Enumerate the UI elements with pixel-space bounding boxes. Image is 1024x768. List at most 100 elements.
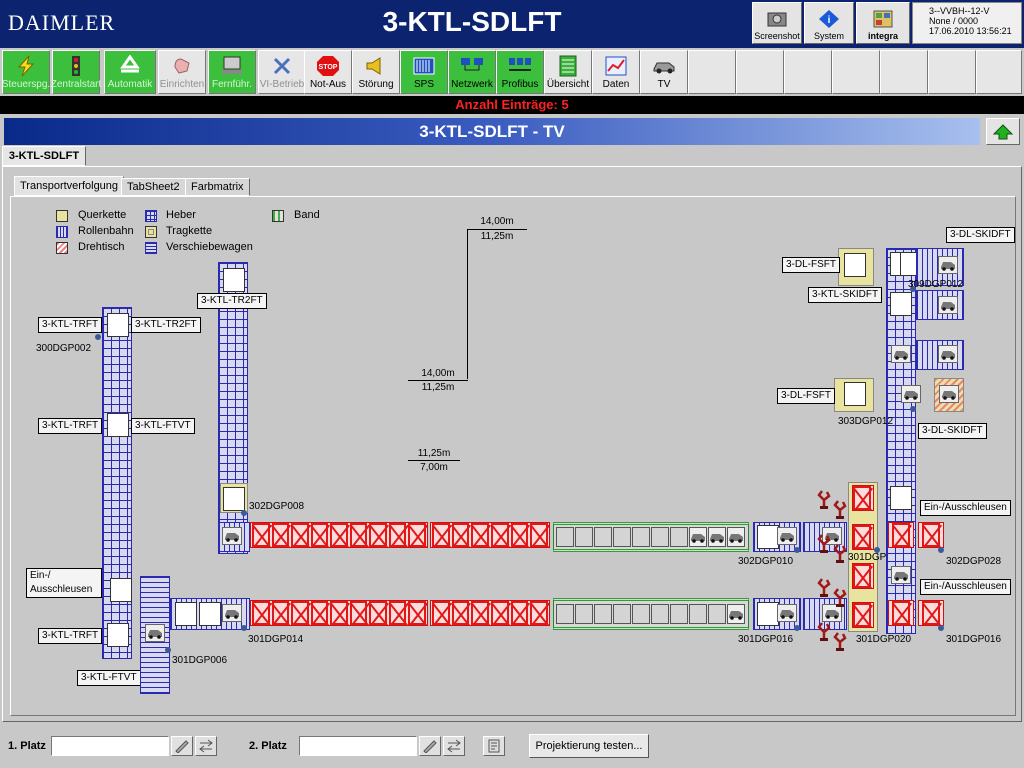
tag-3-dl-fsft[interactable]: 3-DL-FSFT — [777, 388, 835, 404]
tag-3-ktl-skidft[interactable]: 3-KTL-SKIDFT — [808, 287, 883, 303]
carbody-slot[interactable] — [901, 385, 921, 403]
blocked-slot[interactable] — [888, 522, 914, 548]
carbody-slot[interactable] — [891, 566, 911, 584]
zentralstart-button[interactable]: Zentralstart — [51, 50, 101, 94]
conveyor-slot[interactable] — [107, 623, 129, 647]
conveyor-slot[interactable] — [757, 602, 779, 626]
band-slot[interactable] — [632, 604, 650, 624]
conveyor-slot[interactable] — [890, 292, 912, 316]
screenshot-button[interactable]: Screenshot — [752, 2, 802, 44]
conveyor-slot[interactable] — [223, 268, 245, 292]
blocked-slot[interactable] — [852, 485, 874, 511]
band-slot[interactable] — [670, 604, 688, 624]
conveyor-slot[interactable] — [110, 578, 132, 602]
conveyor-slot[interactable] — [199, 602, 221, 626]
conveyor-slot[interactable] — [223, 487, 245, 511]
conveyor-slot[interactable] — [844, 382, 866, 406]
tag-3-ktl-ftvt[interactable]: 3-KTL-FTVT — [77, 670, 141, 686]
platz2-swap-button[interactable] — [443, 736, 465, 756]
projektierung-testen-button[interactable]: Projektierung testen... — [529, 734, 649, 758]
integra-button[interactable]: integra — [856, 2, 910, 44]
carbody-slot[interactable] — [145, 624, 165, 642]
platz1-edit-button[interactable] — [171, 736, 193, 756]
band-slot[interactable] — [651, 604, 669, 624]
carbody-slot[interactable] — [777, 527, 797, 545]
system-button[interactable]: i System — [804, 2, 854, 44]
tag-3-ktl-trft[interactable]: 3-KTL-TRFT — [38, 317, 103, 333]
band-slot[interactable] — [689, 604, 707, 624]
tab-transportverfolgung[interactable]: Transportverfolgung — [14, 176, 125, 196]
tag-3-dl-fsft[interactable]: 3-DL-FSFT — [782, 257, 840, 273]
band-slot[interactable] — [556, 527, 574, 547]
tab-tabsheet2[interactable]: TabSheet2 — [121, 178, 186, 196]
tag-3-ktl-tr2ft[interactable]: 3-KTL-TR2FT — [197, 293, 267, 309]
carbody-slot[interactable] — [222, 527, 242, 545]
conveyor-slot[interactable] — [890, 486, 912, 510]
not-aus-button[interactable]: STOP Not-Aus — [304, 50, 352, 94]
tag-3-dl-skidft[interactable]: 3-DL-SKIDFT — [946, 227, 1015, 243]
blocked-slot[interactable] — [918, 522, 944, 548]
band-slot[interactable] — [651, 527, 669, 547]
conveyor-slot[interactable] — [107, 413, 129, 437]
band-slot[interactable] — [575, 604, 593, 624]
blocked-slot[interactable] — [852, 563, 874, 589]
transfer-button[interactable] — [483, 736, 505, 756]
tag-3-dl-skidft[interactable]: 3-DL-SKIDFT — [918, 423, 987, 439]
carbody-slot[interactable] — [938, 345, 958, 363]
tab-3-ktl-sdlft[interactable]: 3-KTL-SDLFT — [2, 146, 86, 166]
vi-betrieb-button[interactable]: VI-Betrieb — [258, 50, 306, 94]
conveyor-slot[interactable] — [175, 602, 197, 626]
band-slot[interactable] — [613, 527, 631, 547]
tag-ein-ausschleusen[interactable]: Ein-/Ausschleusen — [920, 579, 1011, 595]
tag-3-ktl-ftvt[interactable]: 3-KTL-FTVT — [131, 418, 195, 434]
uebersicht-button[interactable]: Übersicht — [544, 50, 592, 94]
tag-3-ktl-tr2ft[interactable]: 3-KTL-TR2FT — [131, 317, 201, 333]
blocked-slot[interactable] — [888, 600, 914, 626]
band-slot[interactable] — [613, 604, 631, 624]
stoerung-button[interactable]: Störung — [352, 50, 400, 94]
blocked-slot[interactable] — [852, 524, 874, 550]
carbody-slot[interactable] — [939, 385, 959, 403]
steuerspg-button[interactable]: Steuerspg. — [2, 50, 50, 94]
carbody-slot[interactable] — [938, 256, 958, 274]
sps-button[interactable]: SPS — [400, 50, 448, 94]
tag-ein-ausschleusen[interactable]: Ein-/ Ausschleusen — [26, 568, 102, 598]
conveyor-slot[interactable] — [107, 313, 129, 337]
profibus-button[interactable]: Profibus — [496, 50, 544, 94]
platz1-input[interactable] — [51, 736, 169, 756]
conveyor-slot[interactable] — [844, 253, 866, 277]
carbody-slot[interactable] — [222, 604, 242, 622]
netzwerk-button[interactable]: Netzwerk — [448, 50, 496, 94]
tag-3-ktl-trft[interactable]: 3-KTL-TRFT — [38, 628, 103, 644]
carbody-slot[interactable] — [891, 345, 911, 363]
automatik-button[interactable]: Automatik — [104, 50, 156, 94]
band-slot[interactable] — [670, 527, 688, 547]
tag-3-ktl-trft[interactable]: 3-KTL-TRFT — [38, 418, 103, 434]
tv-button[interactable]: TV — [640, 50, 688, 94]
carbody-slot[interactable] — [938, 296, 958, 314]
band-slot[interactable] — [632, 527, 650, 547]
band-slot[interactable] — [689, 527, 707, 547]
band-slot[interactable] — [594, 527, 612, 547]
blocked-slot[interactable] — [852, 602, 874, 628]
label-303dgp012: 303DGP012 — [838, 416, 894, 427]
daten-button[interactable]: Daten — [592, 50, 640, 94]
conveyor-slot[interactable] — [757, 525, 779, 549]
band-slot[interactable] — [708, 604, 726, 624]
band-slot[interactable] — [727, 527, 745, 547]
tag-ein-ausschleusen[interactable]: Ein-/Ausschleusen — [920, 500, 1011, 516]
platz1-swap-button[interactable] — [195, 736, 217, 756]
band-slot[interactable] — [594, 604, 612, 624]
band-slot[interactable] — [556, 604, 574, 624]
band-slot[interactable] — [727, 604, 745, 624]
tab-farbmatrix[interactable]: Farbmatrix — [185, 178, 250, 196]
platz2-edit-button[interactable] — [419, 736, 441, 756]
fernfuehr-button[interactable]: Fernführ. — [208, 50, 256, 94]
band-slot[interactable] — [575, 527, 593, 547]
blocked-slot[interactable] — [918, 600, 944, 626]
carbody-slot[interactable] — [777, 604, 797, 622]
up-button[interactable] — [986, 118, 1020, 145]
einrichten-button[interactable]: Einrichten — [158, 50, 206, 94]
band-slot[interactable] — [708, 527, 726, 547]
platz2-input[interactable] — [299, 736, 417, 756]
